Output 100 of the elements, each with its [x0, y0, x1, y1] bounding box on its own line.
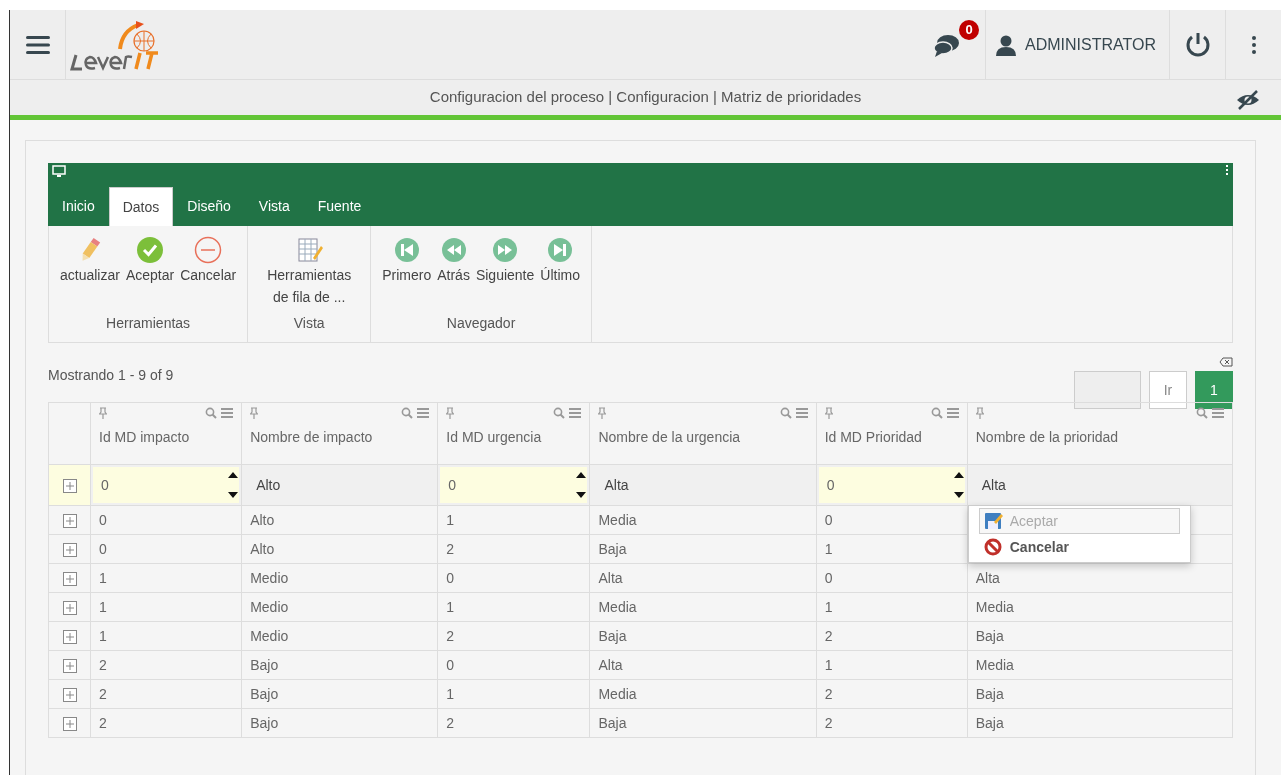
table-cell: Baja: [598, 540, 627, 557]
number-field[interactable]: 0: [440, 467, 588, 503]
column-header[interactable]: Id MD impacto: [90, 402, 242, 465]
ribbon-button[interactable]: Atrás: [434, 236, 473, 286]
table-cell: 0: [99, 540, 107, 557]
table-cell: Alta: [598, 656, 623, 673]
table-cell: 1: [446, 511, 455, 528]
pin-icon[interactable]: [824, 407, 833, 419]
column-label: Id MD impacto: [99, 429, 190, 445]
column-label: Nombre de la urgencia: [598, 429, 741, 445]
column-label: Id MD Prioridad: [824, 429, 922, 445]
monitor-icon: [52, 165, 66, 177]
table-cell: Media: [975, 598, 1014, 615]
ribbon-button[interactable]: Siguiente: [472, 236, 538, 286]
table-cell: 1: [824, 540, 833, 557]
check-icon: [136, 236, 165, 264]
table-cell: Medio: [250, 598, 289, 615]
cancel-icon: [194, 236, 223, 264]
column-header[interactable]: Id MD urgencia: [437, 402, 590, 465]
table-cell: Bajo: [250, 714, 279, 731]
table-cell: 1: [824, 598, 833, 615]
table-cell: Baja: [598, 627, 627, 644]
fast-forward-icon: [491, 236, 520, 264]
group-label: Vista: [293, 314, 325, 333]
ribbon-tab[interactable]: Fuente: [303, 187, 376, 226]
more-icon[interactable]: [1250, 34, 1257, 55]
table-cell: 2: [824, 714, 833, 731]
search-icon[interactable]: [401, 407, 414, 419]
table-cell: Media: [598, 598, 637, 615]
table-cell: 0: [446, 569, 455, 586]
table-cell: 1: [99, 627, 107, 644]
ribbon-tab[interactable]: Datos: [108, 187, 174, 226]
column-header[interactable]: Nombre de la urgencia: [589, 402, 817, 465]
table-cell: Baja: [975, 685, 1004, 702]
ribbon-tab[interactable]: Diseño: [173, 187, 245, 226]
expand-icon[interactable]: [62, 716, 77, 731]
ribbon-button[interactable]: Herramientas de fila de ...: [256, 236, 363, 308]
table-cell: Media: [975, 656, 1014, 673]
more-icon[interactable]: [1226, 165, 1229, 175]
table-cell: 2: [99, 656, 107, 673]
save-icon: [983, 512, 1004, 530]
table-cell: 0: [99, 511, 107, 528]
number-field[interactable]: 0: [93, 467, 240, 503]
ribbon-tab[interactable]: Vista: [244, 187, 304, 226]
group-label: Navegador: [446, 314, 516, 333]
ribbon-button[interactable]: Último: [537, 236, 583, 286]
spreadsheet-icon: [295, 236, 324, 264]
ribbon-button[interactable]: Primero: [379, 236, 435, 286]
table-cell: 2: [824, 627, 833, 644]
table-cell: Alto: [250, 540, 275, 557]
number-field[interactable]: 0: [818, 467, 965, 503]
expand-icon[interactable]: [62, 542, 77, 557]
search-icon[interactable]: [205, 407, 218, 419]
ribbon-button[interactable]: actualizar: [57, 236, 123, 286]
expand-icon[interactable]: [62, 600, 77, 615]
pin-icon[interactable]: [975, 407, 984, 419]
pin-icon[interactable]: [99, 407, 108, 419]
table-cell: Media: [598, 511, 637, 528]
table-cell: 1: [446, 598, 455, 615]
column-label: Nombre de la prioridad: [975, 429, 1119, 445]
search-icon[interactable]: [930, 407, 943, 419]
expand-icon[interactable]: [62, 513, 77, 528]
pin-icon[interactable]: [446, 407, 455, 419]
clear-icon[interactable]: [1219, 357, 1233, 367]
table-cell: 1: [446, 685, 455, 702]
table-cell: 1: [824, 656, 833, 673]
pin-icon[interactable]: [598, 407, 607, 419]
first-icon: [392, 236, 421, 264]
search-icon[interactable]: [1196, 407, 1208, 419]
hide-icon[interactable]: [1235, 90, 1261, 110]
search-icon[interactable]: [779, 407, 792, 419]
column-header[interactable]: Id MD Prioridad: [816, 402, 968, 465]
expand-icon[interactable]: [62, 629, 77, 644]
page-button[interactable]: 1: [1195, 371, 1233, 409]
page-input[interactable]: [1074, 371, 1141, 409]
column-header[interactable]: Nombre de la prioridad: [967, 402, 1233, 465]
search-icon[interactable]: [553, 407, 566, 419]
ribbon-button[interactable]: Aceptar: [122, 236, 178, 286]
expand-icon[interactable]: [62, 658, 77, 673]
column-header[interactable]: Nombre de impacto: [241, 402, 438, 465]
column-label: Id MD urgencia: [446, 429, 542, 445]
spinner-icon[interactable]: [952, 471, 965, 499]
expand-icon[interactable]: [62, 687, 77, 702]
pin-icon[interactable]: [250, 407, 259, 419]
expand-icon[interactable]: [62, 571, 77, 586]
last-icon: [546, 236, 575, 264]
column-label: Nombre de impacto: [250, 429, 373, 445]
table-cell: 0: [824, 511, 833, 528]
table-cell: 0: [824, 569, 833, 586]
table-cell: 2: [99, 685, 107, 702]
expand-icon[interactable]: [62, 478, 77, 493]
notification-badge: 0: [959, 19, 980, 40]
ribbon-tab[interactable]: Inicio: [48, 187, 109, 226]
table-cell: 2: [824, 685, 833, 702]
user-icon: [995, 33, 1018, 56]
go-button[interactable]: Ir: [1149, 371, 1187, 409]
ribbon-button[interactable]: Cancelar: [177, 236, 240, 286]
user-menu[interactable]: ADMINISTRATOR: [986, 25, 1165, 64]
table-cell: Bajo: [250, 656, 279, 673]
menu-icon[interactable]: [25, 34, 50, 55]
